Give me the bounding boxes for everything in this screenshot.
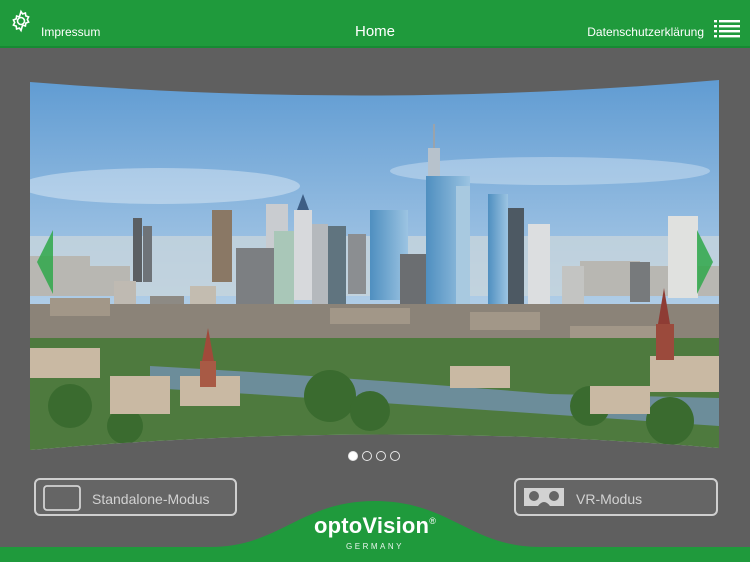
privacy-policy-link[interactable]: Datenschutzerklärung xyxy=(587,25,704,39)
list-menu-icon[interactable] xyxy=(714,19,740,39)
registered-mark: ® xyxy=(429,516,437,526)
carousel-prev-arrow[interactable] xyxy=(36,228,54,296)
page-dot-2[interactable] xyxy=(362,451,372,461)
panorama-carousel[interactable] xyxy=(30,76,719,452)
brand-name: optoVision xyxy=(313,513,430,538)
page-dot-3[interactable] xyxy=(376,451,386,461)
top-bar: Impressum Home Datenschutzerklärung xyxy=(0,0,750,48)
page-dot-1[interactable] xyxy=(348,451,358,461)
carousel-page-indicator xyxy=(348,450,404,464)
brand-logo: optoVision® xyxy=(0,513,750,539)
carousel-next-arrow[interactable] xyxy=(696,228,714,296)
page-dot-4[interactable] xyxy=(390,451,400,461)
brand-subtitle: GERMANY xyxy=(346,542,404,551)
city-skyline-image xyxy=(30,80,719,450)
